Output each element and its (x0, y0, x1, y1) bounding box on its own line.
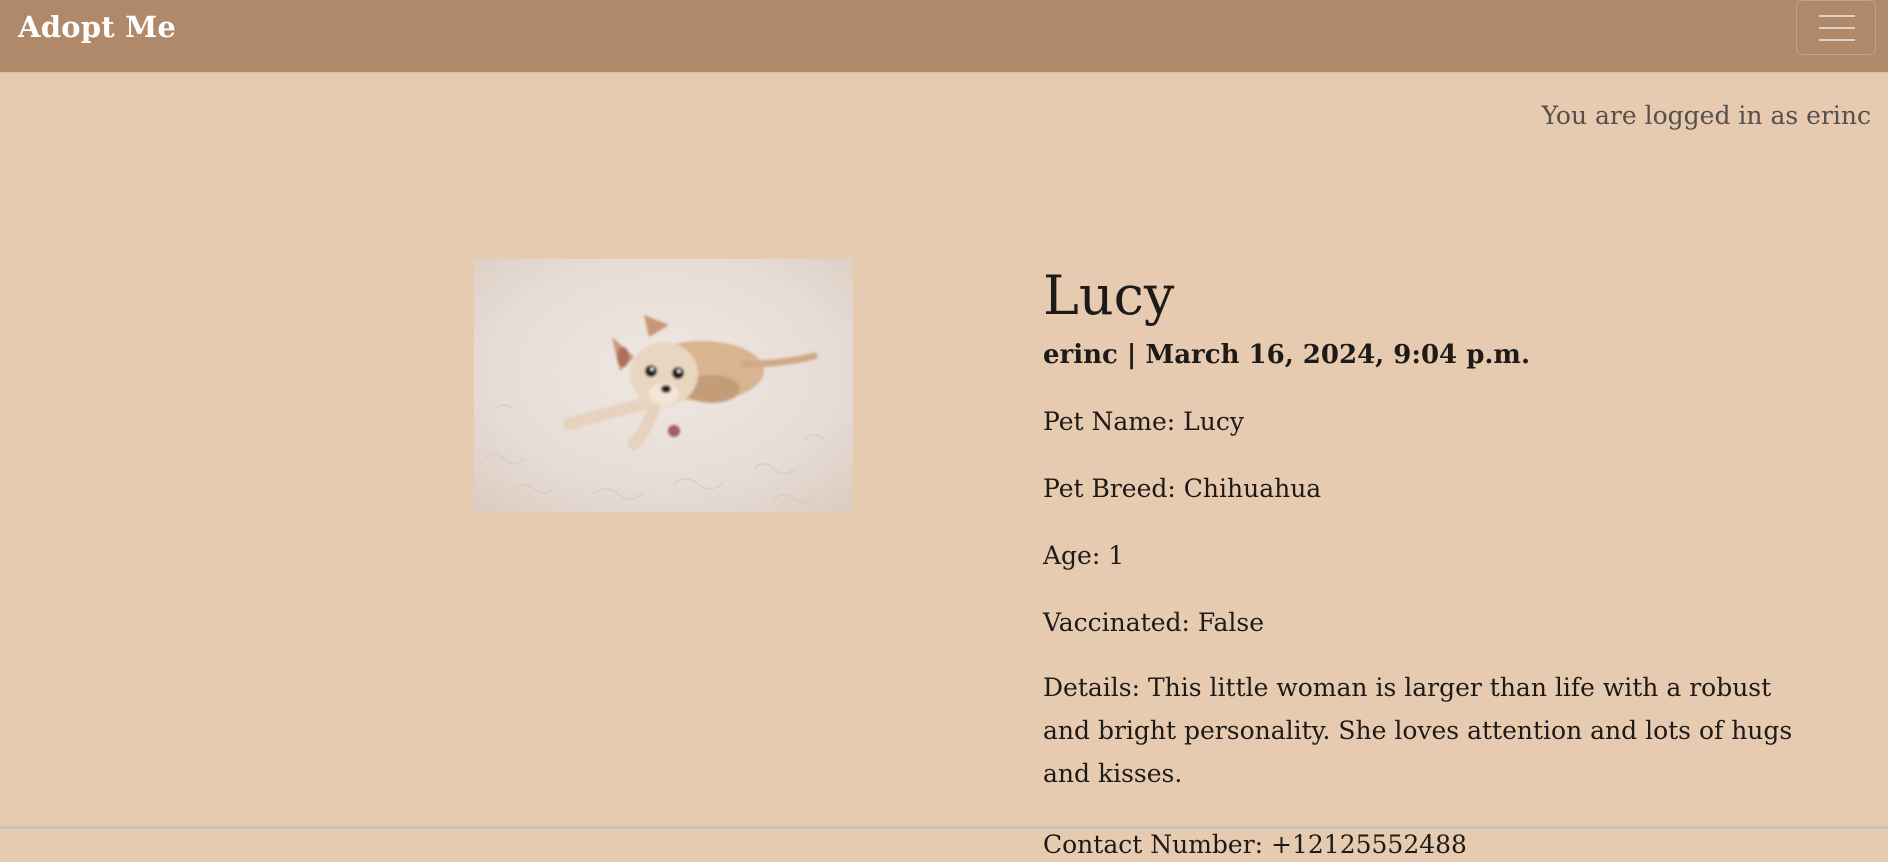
navbar-toggle-button[interactable] (1796, 0, 1876, 55)
pet-details: Lucy erinc | March 16, 2024, 9:04 p.m. P… (1043, 262, 1843, 862)
pet-vaccinated: Vaccinated: False (1043, 608, 1265, 637)
contact-number: Contact Number: +12125552488 (1043, 830, 1467, 859)
pet-name: Pet Name: Lucy (1043, 407, 1244, 436)
chihuahua-photo-illustration (474, 259, 853, 512)
navbar: Adopt Me (0, 0, 1888, 72)
post-meta: erinc | March 16, 2024, 9:04 p.m. (1043, 340, 1530, 370)
pet-breed: Pet Breed: Chihuahua (1043, 474, 1322, 503)
logged-in-status: You are logged in as erinc (1541, 101, 1871, 130)
pet-description: Details: This little woman is larger tha… (1043, 673, 1793, 788)
pet-photo (474, 259, 853, 512)
pet-title: Lucy (1043, 264, 1175, 327)
brand-link[interactable]: Adopt Me (18, 10, 176, 44)
hamburger-menu-icon (1819, 15, 1855, 41)
pet-age: Age: 1 (1043, 541, 1125, 570)
